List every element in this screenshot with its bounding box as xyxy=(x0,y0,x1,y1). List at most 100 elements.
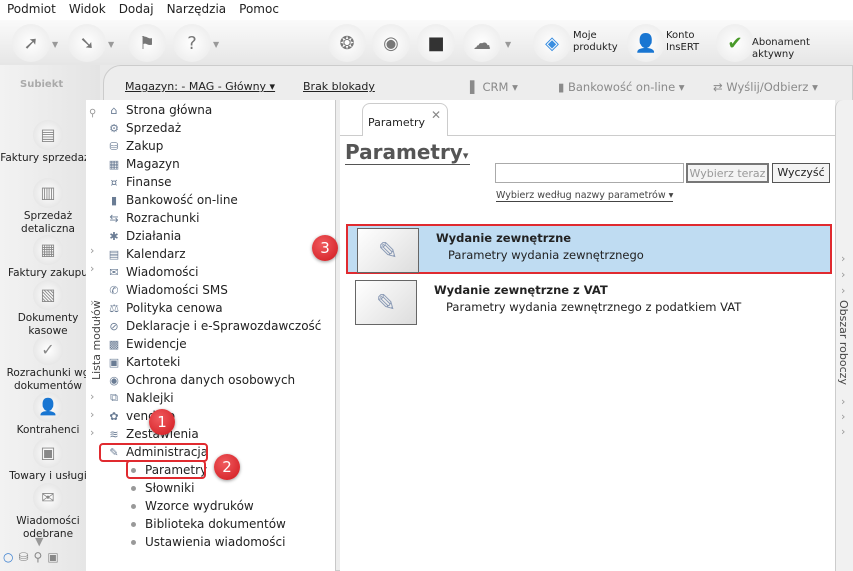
menu-dodaj[interactable]: Dodaj xyxy=(119,2,154,18)
sidebar-faktury-zakupu[interactable]: ▦ Faktury zakupu xyxy=(0,235,96,280)
module-item[interactable]: ⚙ Sprzedaż xyxy=(107,119,181,137)
shield-check-icon[interactable]: ✔ xyxy=(716,24,754,62)
blokada-link[interactable]: Brak blokady xyxy=(303,80,375,93)
module-icon: ⇆ xyxy=(109,211,119,225)
menu-pomoc[interactable]: Pomoc xyxy=(239,2,279,18)
goods-icon: ▣ xyxy=(33,438,63,468)
module-item[interactable]: ⌂ Strona główna xyxy=(107,101,213,119)
bullet-icon xyxy=(131,485,136,491)
highlight-parametry xyxy=(126,460,206,479)
submodule-item[interactable]: Słowniki xyxy=(131,479,194,497)
sidebar-dokumenty-kasowe[interactable]: ▧ Dokumenty kasowe xyxy=(0,280,96,338)
right-panel-label: Obszar roboczy xyxy=(837,300,850,385)
account-icon[interactable]: 👤 xyxy=(627,24,665,62)
submodule-item[interactable]: Wzorce wydruków xyxy=(131,497,254,515)
module-item[interactable]: ▣ Kartoteki xyxy=(107,353,181,371)
module-item[interactable]: ¤ Finanse xyxy=(107,173,172,191)
globe-icon[interactable]: ◉ xyxy=(372,24,410,62)
pin-icon[interactable]: ⚲ xyxy=(89,108,96,119)
person-icon: 👤 xyxy=(33,392,63,422)
module-item[interactable]: ⚖ Polityka cenowa xyxy=(107,299,223,317)
module-icon: ⚙ xyxy=(109,121,119,135)
module-icon: ≋ xyxy=(109,427,119,441)
bullet-icon xyxy=(131,521,136,527)
module-icon: ⧉ xyxy=(110,391,118,404)
message-icon: ✉ xyxy=(33,483,63,513)
param-row[interactable]: ✎ Wydanie zewnętrzne Parametry wydania z… xyxy=(346,224,832,274)
module-item[interactable]: ▤ Kalendarz xyxy=(107,245,186,263)
sidebar: Subiekt ▤ Faktury sprzedaży ▥ Sprzedaż det… xyxy=(0,65,100,571)
close-icon[interactable]: ✕ xyxy=(431,108,441,122)
sidebar-bottom-icons[interactable]: ○⛁⚲▣ xyxy=(3,550,64,564)
products-icon[interactable]: ◈ xyxy=(533,24,571,62)
step-badge-2: 2 xyxy=(214,454,240,480)
abonament-status[interactable]: Abonament aktywny xyxy=(752,37,853,61)
clear-button[interactable]: Wyczyść xyxy=(772,163,830,183)
module-item[interactable]: ▦ Magazyn xyxy=(107,155,180,173)
module-icon: ¤ xyxy=(110,175,118,189)
module-item[interactable]: ▮ Bankowość on-line xyxy=(107,191,238,209)
module-item[interactable]: ✱ Działania xyxy=(107,227,181,245)
magazyn-selector[interactable]: Magazyn: - MAG - Główny ▾ xyxy=(125,80,275,93)
page-title[interactable]: Parametry▾ xyxy=(345,140,471,165)
sidebar-rozrachunki[interactable]: ✓ Rozrachunki wg dokumentów xyxy=(0,335,96,393)
bank-button[interactable]: ▮ Bankowość on-line ▾ xyxy=(558,80,685,94)
cash-icon: ▧ xyxy=(33,280,63,310)
module-icon: ⊘ xyxy=(109,319,119,333)
edit-document-icon: ✎ xyxy=(357,228,419,273)
menu-bar: Podmiot Widok Dodaj Narzędzia Pomoc xyxy=(0,0,853,20)
module-icon: ⛁ xyxy=(109,139,119,153)
edit-document-icon: ✎ xyxy=(355,280,417,325)
module-icon: ▮ xyxy=(110,193,118,207)
moje-produkty-button[interactable]: Moje produkty xyxy=(573,30,618,54)
module-item[interactable]: ⧉ Naklejki xyxy=(107,389,174,407)
retail-icon: ▥ xyxy=(33,178,63,208)
spinner-icon[interactable]: ❂ xyxy=(328,24,366,62)
menu-podmiot[interactable]: Podmiot xyxy=(7,2,56,18)
module-icon: ✱ xyxy=(109,229,119,243)
module-icon: ⚖ xyxy=(109,301,119,315)
module-item[interactable]: ⇆ Rozrachunki xyxy=(107,209,199,227)
param-row[interactable]: ✎ Wydanie zewnętrzne z VAT Parametry wyd… xyxy=(346,278,832,328)
box-icon[interactable]: ■ xyxy=(417,24,455,62)
scroll-down-icon[interactable]: ▼ xyxy=(35,535,43,548)
send-receive-button[interactable]: ⇄ Wyślij/Odbierz ▾ xyxy=(713,80,818,94)
forward-arrow-icon[interactable]: ➘ xyxy=(68,24,106,62)
settlement-icon: ✓ xyxy=(33,335,63,365)
module-item[interactable]: ✉ Wiadomości xyxy=(107,263,198,281)
module-icon: ◉ xyxy=(109,373,119,387)
submodule-item[interactable]: Biblioteka dokumentów xyxy=(131,515,286,533)
menu-widok[interactable]: Widok xyxy=(69,2,106,18)
select-now-button[interactable]: Wybierz teraz xyxy=(686,163,769,183)
top-bar: Magazyn: - MAG - Główny ▾ Brak blokady ▌… xyxy=(103,72,853,100)
module-item[interactable]: ◉ Ochrona danych osobowych xyxy=(107,371,295,389)
filter-dropdown[interactable]: Wybierz według nazwy parametrów ▾ xyxy=(496,190,674,202)
sidebar-faktury-sprzedazy[interactable]: ▤ Faktury sprzedaży xyxy=(0,120,96,165)
purchase-icon: ▦ xyxy=(33,235,63,265)
module-icon: ✉ xyxy=(109,265,119,279)
module-item[interactable]: ⛁ Zakup xyxy=(107,137,163,155)
bullet-icon xyxy=(131,503,136,509)
konto-insert-button[interactable]: Konto InsERT xyxy=(666,30,706,54)
module-item[interactable]: ▩ Ewidencje xyxy=(107,335,187,353)
lock-icon: ▮ xyxy=(558,80,565,94)
crm-button[interactable]: ▌ CRM ▾ xyxy=(470,80,518,94)
help-icon[interactable]: ? xyxy=(173,24,211,62)
sidebar-towary[interactable]: ▣ Towary i usługi xyxy=(0,438,96,483)
flag-icon[interactable]: ⚑ xyxy=(128,24,166,62)
submodule-item[interactable]: Ustawienia wiadomości xyxy=(131,533,285,551)
module-icon: ▤ xyxy=(108,247,120,261)
search-input[interactable] xyxy=(495,163,684,183)
menu-narzedzia[interactable]: Narzędzia xyxy=(167,2,227,18)
back-arrow-icon[interactable]: ➚ xyxy=(12,24,50,62)
module-icon: ✿ xyxy=(109,409,119,423)
module-item[interactable]: ⊘ Deklaracje i e-Sprawozdawczość xyxy=(107,317,321,335)
module-icon: ▦ xyxy=(108,157,120,171)
sidebar-wiadomosci[interactable]: ✉ Wiadomości odebrane xyxy=(0,483,96,541)
sidebar-sprzedaz-detaliczna[interactable]: ▥ Sprzedaż detaliczna xyxy=(0,178,96,236)
module-icon: ▩ xyxy=(108,337,120,351)
cloud-icon[interactable]: ☁ xyxy=(463,24,501,62)
sidebar-kontrahenci[interactable]: 👤 Kontrahenci xyxy=(0,392,96,437)
step-badge-3: 3 xyxy=(312,235,338,261)
module-item[interactable]: ✆ Wiadomości SMS xyxy=(107,281,227,299)
